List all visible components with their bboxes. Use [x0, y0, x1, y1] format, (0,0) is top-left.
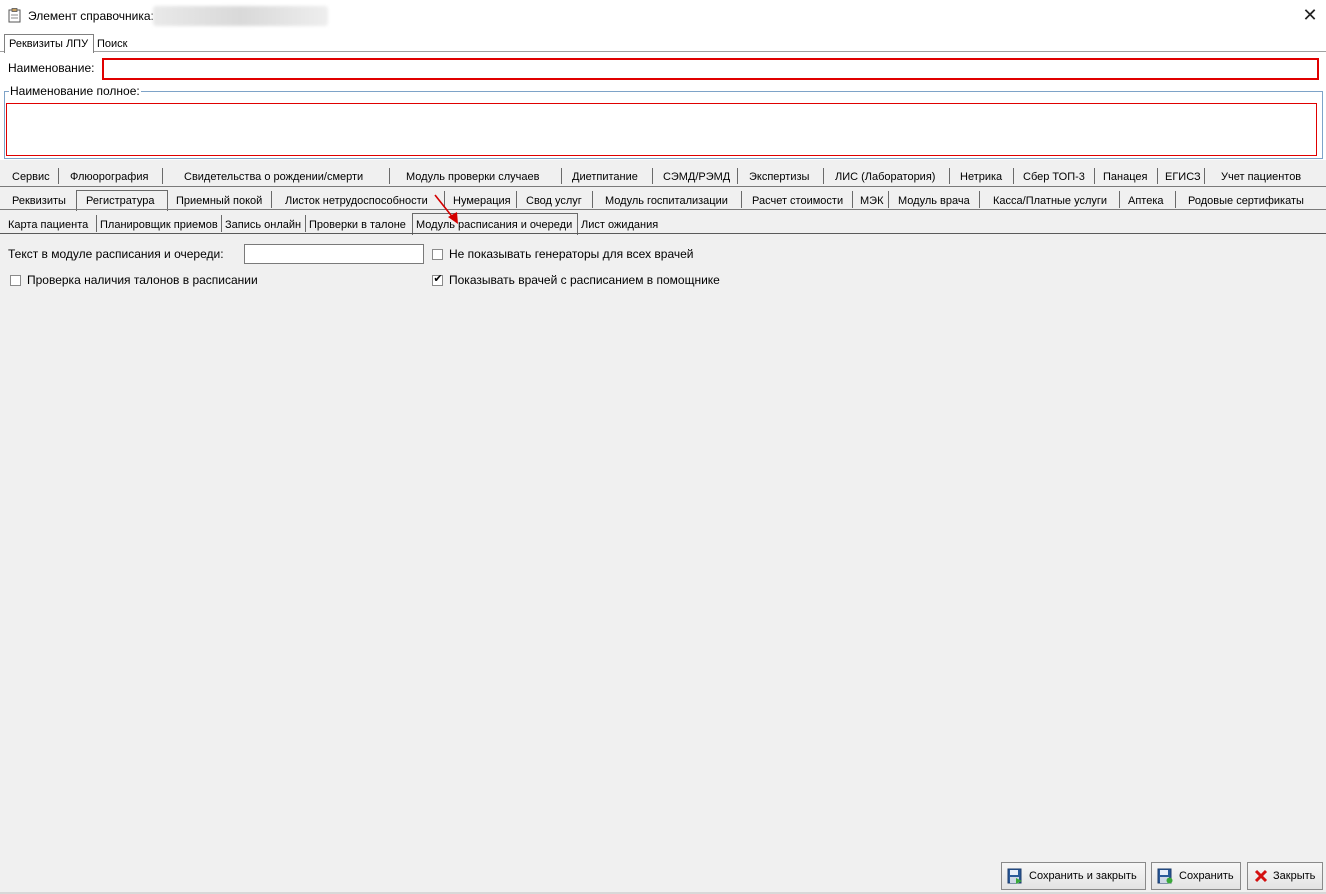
name-label: Наименование:	[8, 61, 95, 75]
tab-separator	[823, 168, 824, 184]
no-generators-checkbox[interactable]	[432, 249, 443, 260]
tab-separator	[888, 191, 889, 208]
tab-patient-card[interactable]: Карта пациента	[8, 219, 88, 231]
floppy-disk-arrow-icon	[1007, 868, 1022, 884]
tabs-row3-divider	[0, 233, 1326, 234]
tab-lis[interactable]: ЛИС (Лаборатория)	[835, 171, 935, 183]
tab-birth-death-certificates[interactable]: Свидетельства о рождении/смерти	[184, 171, 363, 183]
tab-separator	[221, 215, 222, 232]
full-name-textarea[interactable]	[6, 103, 1317, 156]
tab-fluorography[interactable]: Флюорография	[70, 171, 148, 183]
tab-sick-leave[interactable]: Листок нетрудоспособности	[285, 195, 428, 207]
tab-ticket-checks[interactable]: Проверки в талоне	[309, 219, 406, 231]
tab-waiting-list[interactable]: Лист ожидания	[581, 219, 658, 231]
tab-egisz[interactable]: ЕГИСЗ	[1165, 171, 1201, 183]
tab-separator	[516, 191, 517, 208]
tab-admission[interactable]: Приемный покой	[176, 195, 262, 207]
close-label: Закрыть	[1273, 870, 1316, 882]
tab-separator	[1204, 168, 1205, 184]
tab-separator	[1175, 191, 1176, 208]
tab-sber-top3[interactable]: Сбер ТОП-3	[1023, 171, 1085, 183]
tab-separator	[1157, 168, 1158, 184]
checkmark-icon: ✔	[433, 273, 443, 285]
close-button[interactable]: Закрыть	[1247, 862, 1323, 890]
tab-separator	[76, 191, 77, 208]
tab-separator	[979, 191, 980, 208]
red-x-icon	[1254, 869, 1268, 883]
tab-separator	[592, 191, 593, 208]
tab-separator	[305, 215, 306, 232]
tab-birth-certificates[interactable]: Родовые сертификаты	[1188, 195, 1304, 207]
tab-separator	[1013, 168, 1014, 184]
tab-netrika[interactable]: Нетрика	[960, 171, 1002, 183]
tab-separator	[652, 168, 653, 184]
text-module-input[interactable]	[244, 244, 424, 264]
window-title: Элемент справочника:	[28, 9, 154, 23]
tab-services-summary[interactable]: Свод услуг	[526, 195, 582, 207]
tab-separator	[271, 191, 272, 208]
tab-separator	[1119, 191, 1120, 208]
tab-pharmacy[interactable]: Аптека	[1128, 195, 1164, 207]
tab-separator	[1094, 168, 1095, 184]
top-tabs-divider	[0, 51, 1326, 52]
save-and-close-button[interactable]: Сохранить и закрыть	[1001, 862, 1146, 890]
tab-mek[interactable]: МЭК	[860, 195, 883, 207]
window-close-button[interactable]: ✕	[1296, 4, 1324, 28]
tabs-row1-divider	[0, 186, 1326, 187]
no-generators-label: Не показывать генераторы для всех врачей	[449, 247, 694, 261]
tab-separator	[561, 168, 562, 184]
tab-service[interactable]: Сервис	[12, 171, 50, 183]
tab-expertise[interactable]: Экспертизы	[749, 171, 809, 183]
full-name-label: Наименование полное:	[9, 84, 141, 98]
tab-separator	[58, 168, 59, 184]
ticket-check-label: Проверка наличия талонов в расписании	[27, 273, 258, 287]
tab-separator	[737, 168, 738, 184]
text-module-label: Текст в модуле расписания и очереди:	[8, 247, 224, 261]
tab-appointment-planner[interactable]: Планировщик приемов	[100, 219, 218, 231]
blurred-title-value	[153, 6, 328, 26]
tab-separator	[741, 191, 742, 208]
tab-hospitalization[interactable]: Модуль госпитализации	[605, 195, 728, 207]
tab-case-check-module[interactable]: Модуль проверки случаев	[406, 171, 539, 183]
tab-diet[interactable]: Диетпитание	[572, 171, 638, 183]
show-doctors-checkbox[interactable]: ✔	[432, 273, 443, 286]
tab-requisites-lpu[interactable]: Реквизиты ЛПУ	[4, 34, 94, 53]
tab-separator	[162, 168, 163, 184]
tab-separator	[96, 215, 97, 232]
tab-cost-calculation[interactable]: Расчет стоимости	[752, 195, 843, 207]
tab-cashier-paid[interactable]: Касса/Платные услуги	[993, 195, 1107, 207]
tab-doctor-module[interactable]: Модуль врача	[898, 195, 970, 207]
show-doctors-label: Показывать врачей с расписанием в помощн…	[449, 273, 720, 287]
floppy-disk-icon	[1157, 868, 1173, 884]
tab-semd-remd[interactable]: СЭМД/РЭМД	[663, 171, 730, 183]
tab-patient-records[interactable]: Учет пациентов	[1221, 171, 1301, 183]
tab-separator	[852, 191, 853, 208]
tab-online-booking[interactable]: Запись онлайн	[225, 219, 301, 231]
red-arrow-annotation	[434, 194, 458, 224]
tab-separator	[389, 168, 390, 184]
tabs-row2-divider	[0, 209, 1326, 210]
tab-requisites[interactable]: Реквизиты	[12, 195, 66, 207]
save-and-close-label: Сохранить и закрыть	[1029, 870, 1137, 882]
save-button[interactable]: Сохранить	[1151, 862, 1241, 890]
name-input[interactable]	[102, 58, 1319, 80]
clipboard-icon	[8, 8, 21, 23]
tab-requisites-lpu-label: Реквизиты ЛПУ	[9, 38, 89, 50]
tab-search[interactable]: Поиск	[97, 38, 127, 50]
ticket-check-checkbox[interactable]	[10, 275, 21, 286]
tab-separator	[949, 168, 950, 184]
save-label: Сохранить	[1179, 870, 1234, 882]
tab-registratura[interactable]: Регистратура	[86, 195, 154, 207]
tab-panacea[interactable]: Панацея	[1103, 171, 1147, 183]
